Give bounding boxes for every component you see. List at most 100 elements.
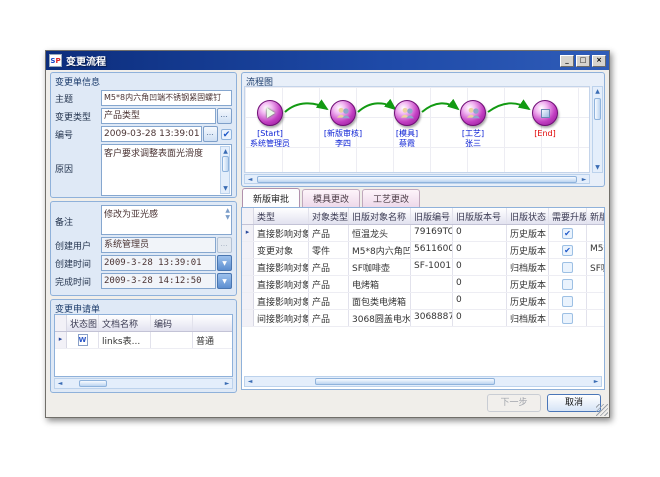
scroll-right-icon[interactable]: ► <box>579 175 589 184</box>
start-node[interactable] <box>257 100 283 126</box>
scroll-up-icon[interactable]: ▲ <box>593 87 602 96</box>
scroll-up-icon[interactable]: ▲ <box>221 147 230 156</box>
minimize-button[interactable]: _ <box>560 55 574 67</box>
upgrade-checkbox[interactable] <box>562 279 573 290</box>
request-row[interactable]: ▸ W links表... 普通 <box>55 332 232 349</box>
cell-old-status: 历史版本 <box>507 293 549 309</box>
grid-row[interactable]: 直接影响对象 产品 电烤箱 0 历史版本 <box>242 276 604 293</box>
cell-new-version <box>587 225 605 241</box>
end-node-label: [End] <box>503 129 587 139</box>
request-table: 状态图 文档名称 编码 ▸ W links表... 普通 <box>54 314 233 377</box>
subject-input[interactable]: M5*8内六角凹端不锈钢紧固螺钉 <box>101 90 232 106</box>
mold-node[interactable] <box>394 100 420 126</box>
col-old-code[interactable]: 旧版编号 <box>411 208 453 224</box>
col-need-upgrade[interactable]: 需要升版 <box>549 208 587 224</box>
reason-scrollbar[interactable]: ▲ ▼ <box>220 146 230 194</box>
scrollbar-thumb[interactable] <box>315 378 495 385</box>
people-icon <box>399 107 416 120</box>
upgrade-checkbox[interactable]: ✔ <box>562 228 573 239</box>
word-doc-icon: W <box>78 334 88 346</box>
upgrade-checkbox[interactable] <box>562 313 573 324</box>
scrollbar-thumb[interactable] <box>222 156 229 172</box>
resize-grip[interactable] <box>596 404 608 416</box>
col-type[interactable]: 类型 <box>254 208 309 224</box>
create-time-dropdown-icon[interactable]: ▼ <box>217 255 232 271</box>
flow-chart-panel: 流程图 <box>241 72 605 187</box>
upgrade-checkbox[interactable] <box>562 296 573 307</box>
scroll-left-icon[interactable]: ◄ <box>55 379 65 388</box>
cancel-button[interactable]: 取消 <box>547 394 601 412</box>
grid-row[interactable]: 间接影响对象 产品 3068圆盖电水壶 3068887 0 归档版本 <box>242 310 604 327</box>
scrollbar-thumb[interactable] <box>79 380 107 387</box>
reason-textarea[interactable]: 客户要求调整表面光滑度 ▲ ▼ <box>101 144 232 196</box>
tab-mold-change[interactable]: 模具更改 <box>302 189 360 207</box>
title-bar[interactable]: SP 变更流程 _ □ × <box>46 51 609 70</box>
review-node[interactable] <box>330 100 356 126</box>
scrollbar-thumb[interactable] <box>594 98 601 120</box>
change-type-input[interactable]: 产品类型 <box>101 108 216 124</box>
col-extra[interactable] <box>193 315 233 331</box>
tab-new-version-approval[interactable]: 新版审批 <box>242 188 300 207</box>
grid-header-row: 类型 对象类型 旧版对象名称 旧版编号 旧版版本号 旧版状态 需要升版 新版 <box>242 208 604 225</box>
flow-vscrollbar[interactable]: ▲ ▼ <box>592 86 603 173</box>
scroll-right-icon[interactable]: ► <box>591 377 601 386</box>
scroll-down-icon[interactable]: ▼ <box>221 184 230 193</box>
grid-row[interactable]: 变更对象 零件 M5*8内六角凹... 5611600 0 历史版本 ✔ M5*… <box>242 242 604 259</box>
subject-row: 主题 M5*8内六角凹端不锈钢紧固螺钉 <box>51 89 236 107</box>
row-selector-icon <box>242 293 254 309</box>
flow-hscrollbar[interactable]: ◄ ► <box>244 174 590 184</box>
request-hscrollbar[interactable]: ◄ ► <box>54 378 233 389</box>
creator-row: 创建用户 系统管理员 … <box>51 236 236 254</box>
header-selector-cell <box>242 208 254 224</box>
maximize-button[interactable]: □ <box>576 55 590 67</box>
row-selector-icon <box>242 276 254 292</box>
create-time-input[interactable]: 2009-3-28 13:39:01 <box>101 255 216 271</box>
number-browse-button[interactable]: … <box>203 126 218 142</box>
col-doc-name[interactable]: 文档名称 <box>99 315 151 331</box>
tab-craft-change[interactable]: 工艺更改 <box>362 189 420 207</box>
craft-node[interactable] <box>460 100 486 126</box>
extra-cell: 普通 <box>193 332 233 348</box>
creator-input[interactable]: 系统管理员 <box>101 237 216 253</box>
cell-object-type: 产品 <box>309 310 349 326</box>
finish-time-label: 完成时间 <box>55 275 101 288</box>
upgrade-checkbox[interactable]: ✔ <box>562 245 573 256</box>
finish-time-input[interactable]: 2009-3-28 14:12:50 <box>101 273 216 289</box>
grid-hscrollbar[interactable]: ◄ ► <box>244 376 602 387</box>
row-selector-icon <box>242 242 254 258</box>
finish-time-dropdown-icon[interactable]: ▼ <box>217 273 232 289</box>
grid-row[interactable]: 直接影响对象 产品 SF咖啡壶 SF-1001 0 归档版本 SF咖 <box>242 259 604 276</box>
scroll-left-icon[interactable]: ◄ <box>245 175 255 184</box>
scroll-left-icon[interactable]: ◄ <box>245 377 255 386</box>
number-input[interactable]: 2009-03-28 13:39:01 <box>101 126 202 142</box>
scroll-right-icon[interactable]: ► <box>222 379 232 388</box>
change-info-header: 变更单信息 <box>51 73 236 89</box>
col-old-status[interactable]: 旧版状态 <box>507 208 549 224</box>
col-object-type[interactable]: 对象类型 <box>309 208 349 224</box>
cell-old-name: 恒温龙头 <box>349 225 411 241</box>
scroll-down-icon[interactable]: ▼ <box>593 163 602 172</box>
col-code[interactable]: 编码 <box>151 315 193 331</box>
close-button[interactable]: × <box>592 55 606 67</box>
col-old-name[interactable]: 旧版对象名称 <box>349 208 411 224</box>
request-table-header: 状态图 文档名称 编码 <box>55 315 232 332</box>
upgrade-checkbox[interactable] <box>562 262 573 273</box>
col-status-icon[interactable]: 状态图 <box>67 315 99 331</box>
col-new-version[interactable]: 新版 <box>587 208 605 224</box>
number-label: 编号 <box>55 128 101 141</box>
flow-canvas[interactable]: [Start]系统管理员 [新版审核]李四 [模具]蔡霞 [工艺]张三 [End… <box>244 86 590 173</box>
grid-row[interactable]: ▸ 直接影响对象 产品 恒温龙头 79169TC 0 历史版本 ✔ <box>242 225 604 242</box>
end-node[interactable] <box>532 100 558 126</box>
reason-row: 原因 客户要求调整表面光滑度 ▲ ▼ <box>51 143 236 197</box>
finish-time-row: 完成时间 2009-3-28 14:12:50 ▼ <box>51 272 236 290</box>
grid-row[interactable]: 直接影响对象 产品 面包类电烤箱 0 历史版本 <box>242 293 604 310</box>
number-checkbox[interactable]: ✔ <box>221 129 232 140</box>
tab-strip: 新版审批 模具更改 工艺更改 <box>242 190 422 207</box>
cell-type: 直接影响对象 <box>254 276 309 292</box>
scrollbar-thumb[interactable] <box>257 176 577 183</box>
spinner-icons[interactable]: ▲▼ <box>225 207 230 221</box>
change-type-browse-button[interactable]: … <box>217 108 232 124</box>
remark-label: 备注 <box>55 205 101 228</box>
col-old-version[interactable]: 旧版版本号 <box>453 208 507 224</box>
remark-textarea[interactable]: 修改为亚光感 ▲▼ <box>101 205 232 235</box>
